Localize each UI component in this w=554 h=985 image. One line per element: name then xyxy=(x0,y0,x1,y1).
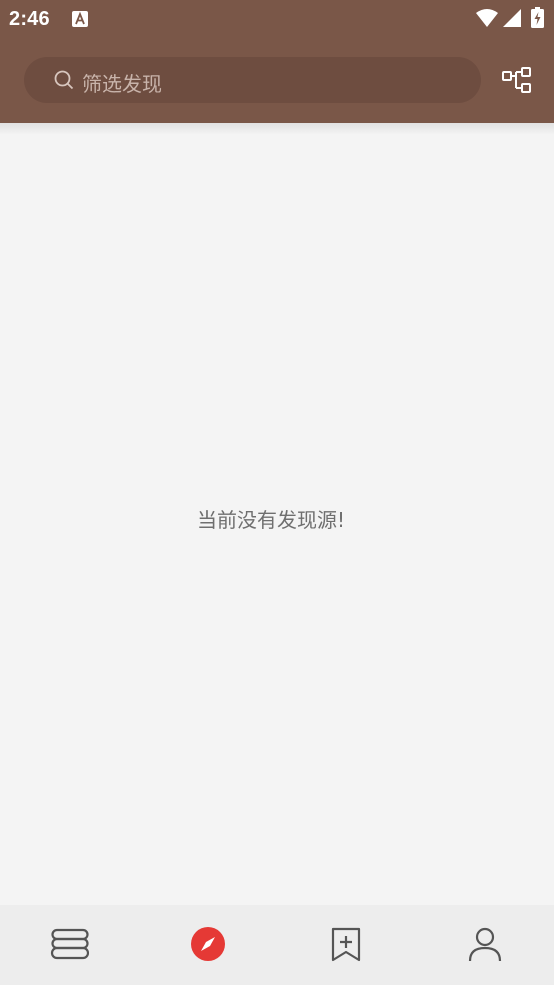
status-time: 2:46 xyxy=(9,8,50,30)
wifi-icon xyxy=(476,9,498,27)
header-shadow xyxy=(0,123,554,135)
compass-icon[interactable] xyxy=(188,924,228,964)
group-config-icon[interactable] xyxy=(501,66,532,94)
battery-charging-icon xyxy=(531,7,544,28)
bookmark-add-icon[interactable] xyxy=(326,924,366,964)
search-input[interactable]: 筛选发现 xyxy=(82,68,162,97)
empty-state-message: 当前没有发现源! xyxy=(196,508,346,532)
person-icon[interactable] xyxy=(465,924,505,964)
notification-a-icon xyxy=(72,11,88,27)
search-icon xyxy=(54,70,74,90)
app-header: 2:46 筛选发现 xyxy=(0,0,554,123)
bookshelf-icon[interactable] xyxy=(49,924,89,964)
status-bar: 2:46 xyxy=(0,0,554,38)
signal-icon xyxy=(503,9,521,27)
search-bar[interactable]: 筛选发现 xyxy=(24,57,481,103)
